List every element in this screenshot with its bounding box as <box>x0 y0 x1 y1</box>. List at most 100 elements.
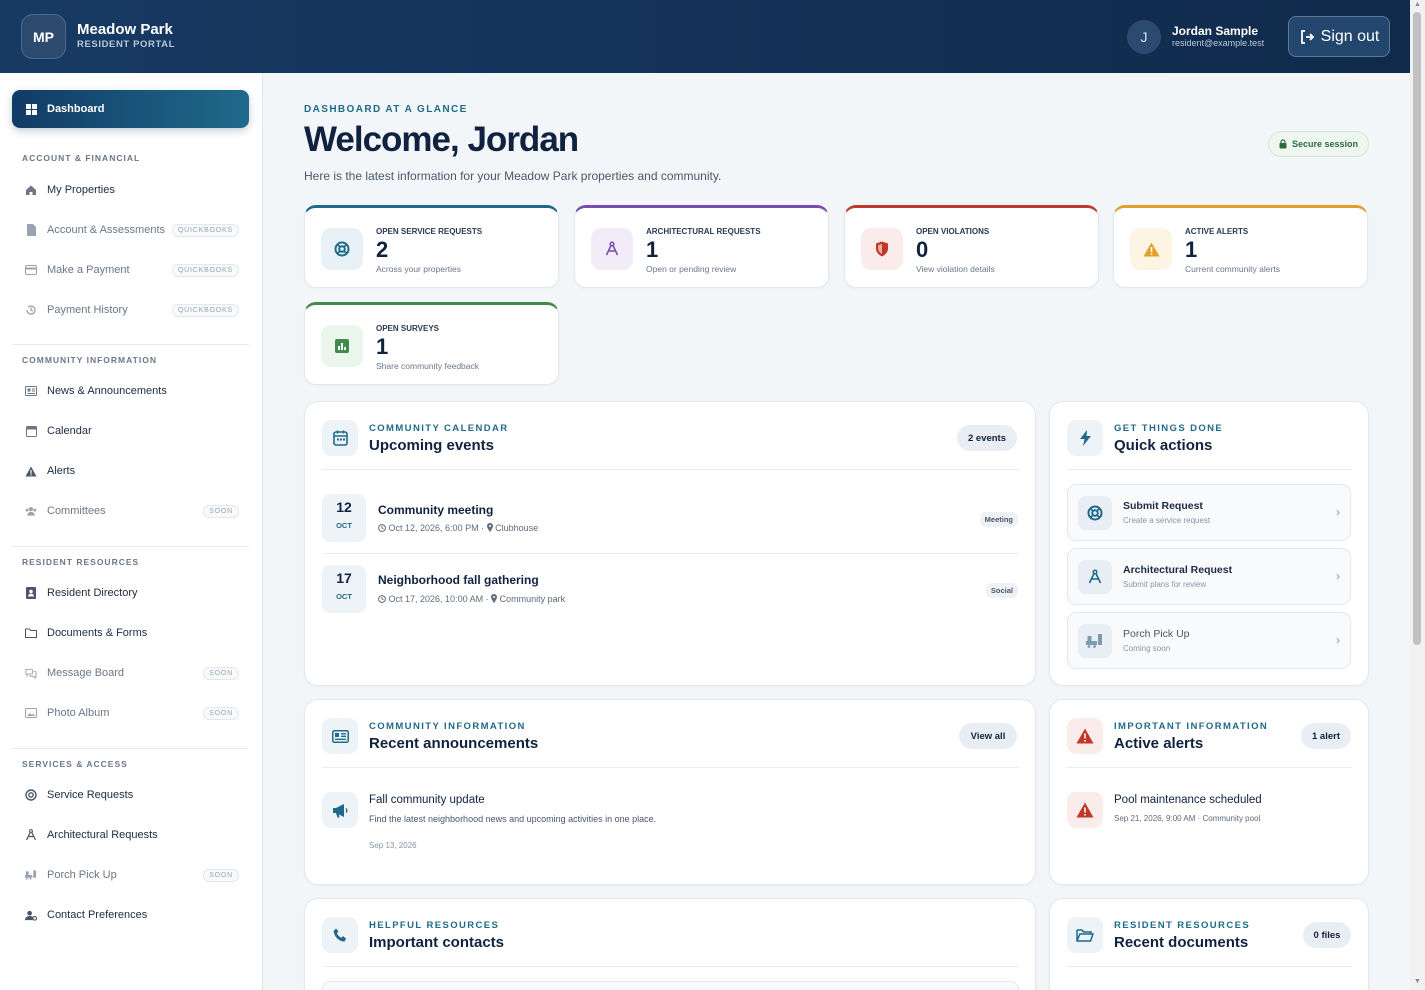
alert-meta: Sep 21, 2026, 9:00 AM · Community pool <box>1114 814 1261 823</box>
stat-card-open-surveys[interactable]: OPEN SURVEYS 1 Share community feedback <box>304 302 559 385</box>
warning-icon <box>1067 792 1103 828</box>
lightning-icon <box>1067 420 1103 456</box>
sidebar-item-committees[interactable]: Committees SOON <box>12 495 249 527</box>
card-divider <box>1067 966 1352 967</box>
sidebar-item-message-board[interactable]: Message Board SOON <box>12 657 249 689</box>
newspaper-icon <box>25 385 37 397</box>
logo-badge[interactable]: MP <box>21 14 66 59</box>
quick-action-architectural-request[interactable]: Architectural Request Submit plans for r… <box>1067 548 1351 605</box>
sidebar-item-news[interactable]: News & Announcements <box>12 375 249 407</box>
alerts-count-pill[interactable]: 1 alert <box>1301 723 1351 749</box>
event-divider <box>322 553 1019 554</box>
stat-card-active-alerts[interactable]: ACTIVE ALERTS 1 Current community alerts <box>1113 205 1368 288</box>
section-divider <box>12 748 249 749</box>
stat-card-architectural-requests[interactable]: ARCHITECTURAL REQUESTS 1 Open or pending… <box>574 205 829 288</box>
quickbooks-tag: QUICKBOOKS <box>171 223 239 237</box>
announcement-title[interactable]: Fall community update <box>369 794 485 806</box>
card-title: Quick actions <box>1114 437 1213 454</box>
stat-subtext: Open or pending review <box>646 264 737 274</box>
warning-icon <box>1067 718 1103 754</box>
event-meta: Oct 12, 2026, 6:00 PM · Clubhouse <box>378 523 538 533</box>
compass-icon <box>1078 560 1112 594</box>
quick-actions-card: GET THINGS DONE Quick actions Submit Req… <box>1049 401 1369 686</box>
card-divider <box>1067 469 1352 470</box>
scrollbar-thumb[interactable] <box>1413 12 1421 645</box>
stat-label: OPEN SERVICE REQUESTS <box>376 227 483 236</box>
announcements-card: COMMUNITY INFORMATION Recent announcemen… <box>304 699 1036 885</box>
nav-label: Architectural Requests <box>47 829 158 841</box>
event-datetime: Oct 12, 2026, 6:00 PM <box>388 523 479 533</box>
phone-icon <box>322 917 358 953</box>
nav-label: Payment History <box>47 304 128 316</box>
sidebar-item-my-properties[interactable]: My Properties <box>12 174 249 206</box>
sidebar-item-photo-album[interactable]: Photo Album SOON <box>12 697 249 729</box>
directory-icon <box>25 587 37 599</box>
events-count-pill[interactable]: 2 events <box>957 425 1017 451</box>
quick-action-submit-request[interactable]: Submit Request Create a service request … <box>1067 484 1351 541</box>
folder-icon <box>25 627 37 639</box>
card-divider <box>322 966 1019 967</box>
pin-icon <box>486 523 493 532</box>
sidebar-item-make-payment[interactable]: Make a Payment QUICKBOOKS <box>12 254 249 286</box>
brand-subtitle: RESIDENT PORTAL <box>77 39 176 50</box>
sidebar-item-calendar[interactable]: Calendar <box>12 415 249 447</box>
event-month: OCT <box>336 592 352 601</box>
event-location: Community park <box>499 594 566 604</box>
nav-label: Message Board <box>47 667 125 679</box>
section-divider <box>12 344 249 345</box>
user-email: resident@example.test <box>1172 38 1265 48</box>
alert-title[interactable]: Pool maintenance scheduled <box>1114 794 1262 806</box>
event-location: Clubhouse <box>495 523 539 533</box>
stat-card-service-requests[interactable]: OPEN SERVICE REQUESTS 2 Across your prop… <box>304 205 559 288</box>
folder-open-icon <box>1067 917 1103 953</box>
calendar-icon <box>322 420 358 456</box>
sidebar-item-documents[interactable]: Documents & Forms <box>12 617 249 649</box>
home-icon <box>25 184 37 196</box>
chevron-right-icon: › <box>1336 505 1340 519</box>
lifebuoy-icon <box>1078 496 1112 530</box>
sign-out-button[interactable]: Sign out <box>1288 16 1390 57</box>
event-datetime: Oct 17, 2026, 10:00 AM <box>388 594 484 604</box>
sidebar-item-account-assessments[interactable]: Account & Assessments QUICKBOOKS <box>12 214 249 246</box>
view-all-button[interactable]: View all <box>959 723 1017 749</box>
secure-session-label: Secure session <box>1291 139 1359 149</box>
stat-value: 0 <box>916 237 929 262</box>
calendar-card: COMMUNITY CALENDAR Upcoming events 2 eve… <box>304 401 1036 686</box>
sidebar-item-porch-pick-up[interactable]: Porch Pick Up SOON <box>12 859 249 891</box>
documents-card: RESIDENT RESOURCES Recent documents 0 fi… <box>1049 898 1369 990</box>
scroll-up-arrow[interactable]: ▲ <box>1413 1 1422 10</box>
section-title-community: COMMUNITY INFORMATION <box>22 355 157 365</box>
card-icon <box>25 264 37 276</box>
stat-card-violations[interactable]: OPEN VIOLATIONS 0 View violation details <box>844 205 1099 288</box>
sidebar-item-payment-history[interactable]: Payment History QUICKBOOKS <box>12 294 249 326</box>
sidebar-item-alerts[interactable]: Alerts <box>12 455 249 487</box>
dashboard-label: Dashboard <box>47 103 105 115</box>
event-title[interactable]: Community meeting <box>378 503 493 517</box>
quick-action-porch-pick-up[interactable]: Porch Pick Up Coming soon › <box>1067 612 1351 669</box>
user-avatar[interactable]: J <box>1127 20 1161 54</box>
event-title[interactable]: Neighborhood fall gathering <box>378 573 539 587</box>
files-count-pill[interactable]: 0 files <box>1303 922 1351 948</box>
card-divider <box>1067 767 1352 768</box>
sidebar-item-dashboard[interactable]: Dashboard <box>12 90 249 128</box>
sidebar-item-service-requests[interactable]: Service Requests <box>12 779 249 811</box>
card-eyebrow: GET THINGS DONE <box>1114 423 1224 434</box>
sidebar-item-architectural-requests[interactable]: Architectural Requests <box>12 819 249 851</box>
card-title: Active alerts <box>1114 735 1204 752</box>
soon-tag: SOON <box>203 868 239 882</box>
pin-icon <box>491 594 498 603</box>
newspaper-icon <box>322 718 358 754</box>
clock-icon <box>378 524 386 532</box>
page-eyebrow: DASHBOARD AT A GLANCE <box>304 104 468 115</box>
sidebar-item-resident-directory[interactable]: Resident Directory <box>12 577 249 609</box>
alerts-card: IMPORTANT INFORMATION Active alerts 1 al… <box>1049 699 1369 885</box>
contact-row[interactable] <box>322 981 1019 990</box>
image-icon <box>25 707 37 719</box>
scroll-down-arrow[interactable]: ▼ <box>1413 978 1422 987</box>
compass-icon <box>25 829 37 841</box>
nav-label: Make a Payment <box>47 264 130 276</box>
card-eyebrow: HELPFUL RESOURCES <box>369 920 500 931</box>
top-header: MP Meadow Park RESIDENT PORTAL J Jordan … <box>0 0 1410 73</box>
sidebar-item-contact-preferences[interactable]: Contact Preferences <box>12 899 249 931</box>
lifebuoy-icon <box>321 228 363 270</box>
